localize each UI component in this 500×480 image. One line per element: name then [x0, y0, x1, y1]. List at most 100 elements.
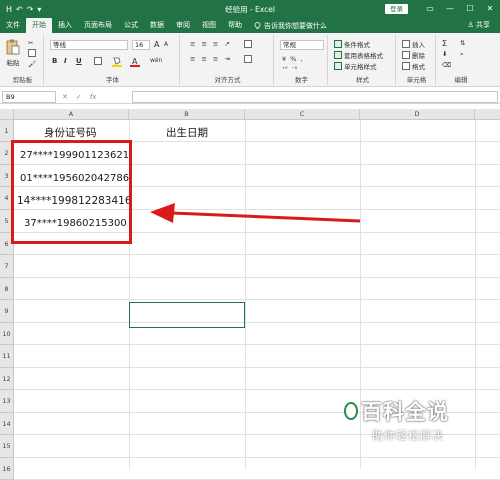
cancel-icon[interactable]: ✕ [62, 91, 68, 103]
formula-input[interactable] [132, 91, 498, 103]
redo-icon[interactable]: ↷ [27, 5, 34, 14]
shrink-font-button[interactable]: A [164, 41, 168, 48]
close-icon[interactable]: ✕ [480, 0, 500, 18]
underline-button[interactable]: U [76, 57, 82, 65]
cut-icon: ✂ [28, 39, 34, 47]
font-label: 字体 [106, 76, 119, 84]
wrap-text-icon [244, 40, 252, 48]
copy-button[interactable] [28, 49, 36, 57]
borders-icon [94, 57, 102, 65]
align-left-icon[interactable]: ≡ [190, 55, 195, 63]
watermark-subtitle: 助你轻松解决 [372, 429, 444, 442]
person-icon: ♙ [467, 21, 474, 29]
ribbon-display-icon[interactable]: ▭ [420, 0, 440, 18]
percent-icon[interactable]: % [290, 55, 296, 63]
italic-button[interactable]: I [64, 57, 67, 65]
format-as-table-label: 套用表格格式 [344, 52, 383, 60]
customize-icon[interactable]: ▾ [37, 5, 41, 14]
paste-label: 粘贴 [6, 59, 20, 67]
orientation-icon[interactable]: ↗ [224, 40, 229, 48]
align-middle-icon[interactable]: ≡ [201, 40, 206, 48]
tell-me-box[interactable]: 告诉我你想要做什么 [254, 18, 327, 33]
format-as-table-button[interactable]: 套用表格格式 [334, 50, 383, 60]
minimize-icon[interactable]: — [440, 0, 460, 18]
indent-icon[interactable]: ⇥ [224, 55, 229, 63]
format-painter-button[interactable]: 🖌 [28, 60, 36, 68]
watermark-title: 百科全说 [361, 400, 449, 424]
save-icon[interactable]: H [6, 5, 12, 14]
alignment-label: 对齐方式 [214, 76, 241, 84]
font-size-select[interactable]: 16 [132, 40, 150, 50]
baike-logo-icon [344, 402, 358, 420]
cut-button[interactable]: ✂ [28, 39, 33, 47]
lightbulb-icon [254, 21, 261, 29]
clipboard-group: 粘贴 ✂ 🖌 剪贴板 [2, 35, 44, 85]
number-buttons[interactable]: ¥%, [282, 55, 302, 63]
horizontal-align-buttons[interactable]: ≡ ≡ ≡ ⇥ [190, 55, 230, 63]
login-button[interactable]: 登录 [385, 4, 408, 14]
format-cells-button[interactable]: 格式 [402, 61, 425, 71]
ribbon: 粘贴 ✂ 🖌 剪贴板 等线 16 A A B I U A wén 字体 ≡ ≡ ≡ ↗… [0, 33, 500, 87]
undo-icon[interactable]: ↶ [16, 5, 23, 14]
autosum-button[interactable]: Σ [442, 39, 447, 48]
tab-help[interactable]: 帮助 [222, 18, 248, 33]
tab-file[interactable]: 文件 [0, 18, 26, 33]
decrease-decimal-icon[interactable]: ⁻⁰ [292, 66, 298, 73]
fill-button[interactable]: ⬇ [442, 50, 447, 58]
align-top-icon[interactable]: ≡ [190, 40, 195, 48]
tab-data[interactable]: 数据 [144, 18, 170, 33]
share-button[interactable]: ♙ 共享 [467, 18, 490, 33]
tab-view[interactable]: 视图 [196, 18, 222, 33]
currency-icon[interactable]: ¥ [282, 55, 286, 63]
conditional-format-button[interactable]: 条件格式 [334, 39, 370, 49]
share-label: 共享 [476, 21, 490, 29]
borders-button[interactable] [94, 57, 102, 65]
insert-cells-icon [402, 40, 410, 48]
font-group: 等线 16 A A B I U A wén 字体 [46, 35, 180, 85]
font-name-select[interactable]: 等线 [50, 40, 128, 50]
tell-me-label: 告诉我你想要做什么 [264, 21, 327, 30]
comma-icon[interactable]: , [300, 55, 302, 63]
fill-color-button[interactable] [112, 56, 122, 67]
clear-button[interactable]: ⌫ [442, 61, 451, 69]
align-center-icon[interactable]: ≡ [201, 55, 206, 63]
tab-page-layout[interactable]: 页面布局 [78, 18, 118, 33]
tab-insert[interactable]: 插入 [52, 18, 78, 33]
cell-styles-icon [334, 62, 342, 70]
merge-button[interactable] [244, 55, 252, 63]
delete-cells-icon [402, 51, 410, 59]
tab-home[interactable]: 开始 [26, 18, 52, 33]
insert-cells-button[interactable]: 插入 [402, 39, 425, 49]
insert-cells-label: 插入 [412, 41, 425, 49]
tab-formulas[interactable]: 公式 [118, 18, 144, 33]
name-box[interactable]: B9 [2, 91, 56, 103]
find-select-button[interactable]: ⌕ [460, 50, 464, 59]
decimal-buttons[interactable]: ⁺⁰ ⁻⁰ [282, 66, 297, 73]
maximize-icon[interactable]: ☐ [460, 0, 480, 18]
delete-cells-button[interactable]: 删除 [402, 50, 425, 60]
cell-styles-button[interactable]: 单元格样式 [334, 61, 377, 71]
fx-icon[interactable]: fx [90, 91, 97, 103]
number-format-select[interactable]: 常规 [280, 40, 324, 50]
cell-styles-label: 单元格样式 [344, 63, 377, 71]
cells-label: 单元格 [406, 76, 427, 84]
eraser-icon: ⌫ [442, 61, 452, 69]
tab-review[interactable]: 审阅 [170, 18, 196, 33]
search-icon: ⌕ [460, 50, 464, 58]
align-right-icon[interactable]: ≡ [213, 55, 218, 63]
wrap-text-button[interactable] [244, 40, 252, 48]
brush-icon: 🖌 [28, 60, 37, 68]
align-bottom-icon[interactable]: ≡ [213, 40, 218, 48]
format-cells-icon [402, 62, 410, 70]
formula-bar: B9 ✕ ✓ fx [0, 90, 500, 104]
paste-button[interactable]: 粘贴 [6, 39, 20, 67]
enter-icon[interactable]: ✓ [76, 91, 82, 103]
phonetic-button[interactable]: wén [150, 57, 162, 64]
fill-down-icon: ⬇ [442, 50, 448, 58]
vertical-align-buttons[interactable]: ≡ ≡ ≡ ↗ [190, 40, 230, 48]
grow-font-button[interactable]: A [154, 40, 159, 49]
increase-decimal-icon[interactable]: ⁺⁰ [282, 66, 288, 73]
font-color-button[interactable]: A [130, 56, 140, 67]
bold-button[interactable]: B [52, 57, 57, 65]
sort-filter-button[interactable]: ⇅ [460, 39, 465, 47]
